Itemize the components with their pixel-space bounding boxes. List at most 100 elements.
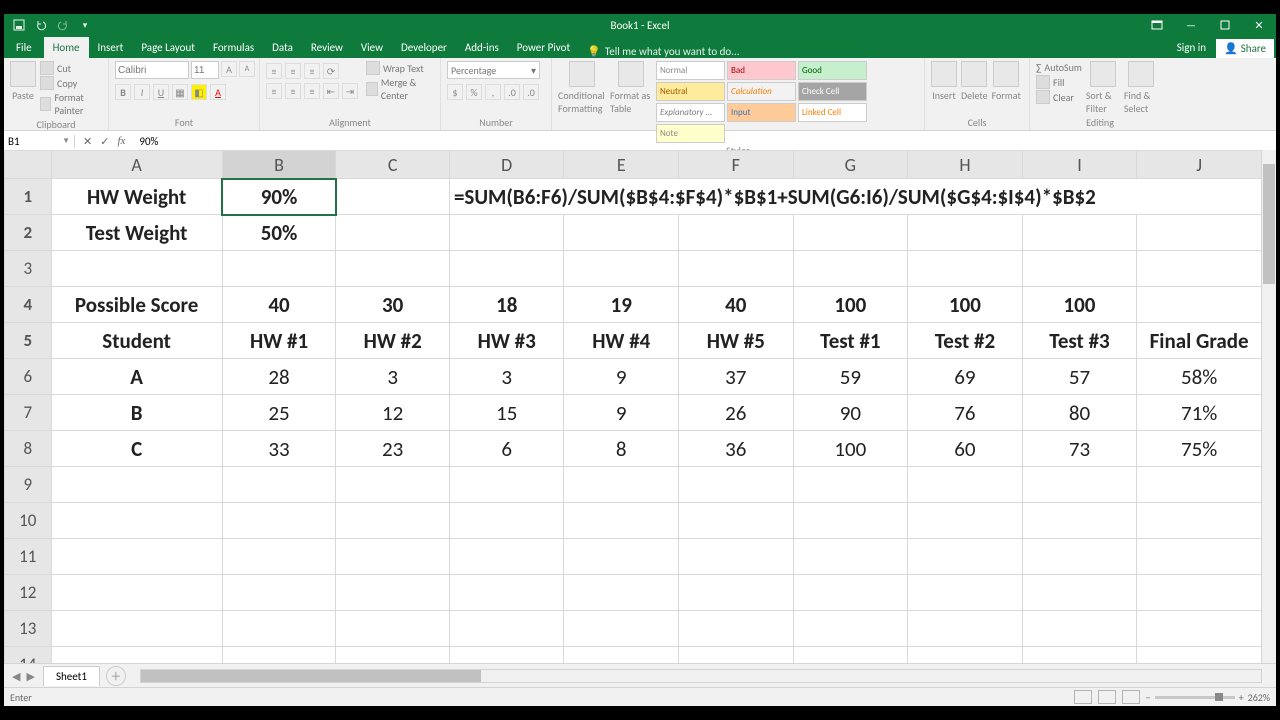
cell[interactable]	[908, 503, 1023, 539]
italic-button[interactable]: I	[134, 84, 150, 100]
cell[interactable]	[1137, 575, 1262, 611]
cell[interactable]	[336, 575, 450, 611]
align-left-icon[interactable]: ≡	[266, 83, 282, 99]
column-header[interactable]: D	[449, 151, 564, 179]
minimize-icon[interactable]: —	[1174, 14, 1208, 36]
new-sheet-button[interactable]: ＋	[106, 666, 126, 686]
cell[interactable]: 50%	[222, 215, 336, 251]
find-select-button[interactable]: Find & Select	[1124, 61, 1158, 115]
row-header[interactable]: 9	[5, 467, 52, 503]
cell[interactable]	[1137, 467, 1262, 503]
cell[interactable]	[1022, 215, 1137, 251]
cell[interactable]	[793, 647, 908, 665]
cell[interactable]: 18	[449, 287, 564, 323]
column-header[interactable]: A	[51, 151, 222, 179]
cell[interactable]: Possible Score	[51, 287, 222, 323]
cell[interactable]	[449, 251, 564, 287]
align-right-icon[interactable]: ≡	[304, 83, 320, 99]
cell[interactable]: Test Weight	[51, 215, 222, 251]
tab-formulas[interactable]: Formulas	[204, 37, 263, 58]
align-top-icon[interactable]: ≡	[266, 63, 282, 79]
cell[interactable]	[564, 575, 679, 611]
cell[interactable]: HW Weight	[51, 179, 222, 215]
cell[interactable]	[679, 647, 794, 665]
cell[interactable]: B	[51, 395, 222, 431]
cell[interactable]	[1022, 575, 1137, 611]
wrap-text-button[interactable]: Wrap Text	[366, 61, 434, 75]
cell[interactable]	[679, 539, 794, 575]
cell[interactable]	[908, 575, 1023, 611]
tab-data[interactable]: Data	[263, 37, 302, 58]
cell[interactable]	[222, 575, 336, 611]
cell[interactable]: HW #4	[564, 323, 679, 359]
column-header[interactable]: H	[908, 151, 1023, 179]
horizontal-scrollbar[interactable]	[140, 669, 1262, 683]
number-format-select[interactable]: Percentage▾	[447, 61, 540, 79]
cell[interactable]	[564, 251, 679, 287]
font-name-input[interactable]	[115, 61, 189, 79]
column-header[interactable]: G	[793, 151, 908, 179]
cell[interactable]: 60	[908, 431, 1023, 467]
row-header[interactable]: 3	[5, 251, 52, 287]
cell[interactable]: Student	[51, 323, 222, 359]
cell[interactable]: 73	[1022, 431, 1137, 467]
cell[interactable]	[336, 539, 450, 575]
cell[interactable]	[222, 467, 336, 503]
cell[interactable]: 12	[336, 395, 450, 431]
tab-developer[interactable]: Developer	[392, 37, 456, 58]
cell[interactable]	[564, 503, 679, 539]
formula-input[interactable]: 90%	[133, 135, 1276, 148]
cell[interactable]	[336, 215, 450, 251]
cell[interactable]	[564, 611, 679, 647]
percent-button[interactable]: %	[466, 84, 482, 100]
tab-view[interactable]: View	[352, 37, 392, 58]
zoom-in-button[interactable]: +	[1239, 691, 1244, 704]
name-box[interactable]: B1▼	[4, 135, 75, 148]
tab-review[interactable]: Review	[302, 37, 352, 58]
cell[interactable]	[679, 575, 794, 611]
copy-button[interactable]: Copy	[40, 76, 102, 90]
row-header[interactable]: 6	[5, 359, 52, 395]
cell[interactable]	[51, 611, 222, 647]
format-painter-button[interactable]: Format Painter	[40, 91, 102, 117]
cell[interactable]: 36	[679, 431, 794, 467]
fill-button[interactable]: Fill	[1036, 75, 1082, 89]
cell[interactable]	[1137, 647, 1262, 665]
insert-cells-button[interactable]: Insert	[931, 61, 957, 102]
cell[interactable]	[793, 611, 908, 647]
style-explanatory[interactable]: Explanatory ...	[656, 103, 725, 122]
tab-file[interactable]: File	[4, 37, 44, 58]
fill-color-button[interactable]: ◧	[191, 84, 207, 100]
cell[interactable]: HW #2	[336, 323, 450, 359]
border-button[interactable]: ▦	[172, 84, 188, 100]
autosum-button[interactable]: ∑ AutoSum	[1036, 61, 1082, 74]
cell[interactable]: 100	[1022, 287, 1137, 323]
currency-button[interactable]: $	[447, 84, 463, 100]
cell[interactable]: 3	[449, 359, 564, 395]
cell[interactable]: 40	[222, 287, 336, 323]
cell[interactable]: 25	[222, 395, 336, 431]
cell[interactable]: 37	[679, 359, 794, 395]
cell[interactable]	[679, 503, 794, 539]
cell[interactable]: 23	[336, 431, 450, 467]
row-header[interactable]: 1	[5, 179, 52, 215]
delete-cells-button[interactable]: Delete	[961, 61, 988, 102]
cell[interactable]: HW #3	[449, 323, 564, 359]
cell[interactable]: 100	[793, 431, 908, 467]
cell[interactable]: C	[51, 431, 222, 467]
cell[interactable]: Test #3	[1022, 323, 1137, 359]
select-all-corner[interactable]	[5, 151, 52, 179]
row-header[interactable]: 5	[5, 323, 52, 359]
cell[interactable]: Test #1	[793, 323, 908, 359]
style-good[interactable]: Good	[798, 61, 867, 80]
cell[interactable]: 75%	[1137, 431, 1262, 467]
cell[interactable]: 19	[564, 287, 679, 323]
cell[interactable]	[1022, 503, 1137, 539]
column-header[interactable]: J	[1137, 151, 1262, 179]
row-header[interactable]: 10	[5, 503, 52, 539]
cell[interactable]: Test #2	[908, 323, 1023, 359]
cell[interactable]	[679, 467, 794, 503]
row-header[interactable]: 2	[5, 215, 52, 251]
orientation-icon[interactable]: ⟳	[323, 63, 339, 79]
style-input[interactable]: Input	[727, 103, 796, 122]
